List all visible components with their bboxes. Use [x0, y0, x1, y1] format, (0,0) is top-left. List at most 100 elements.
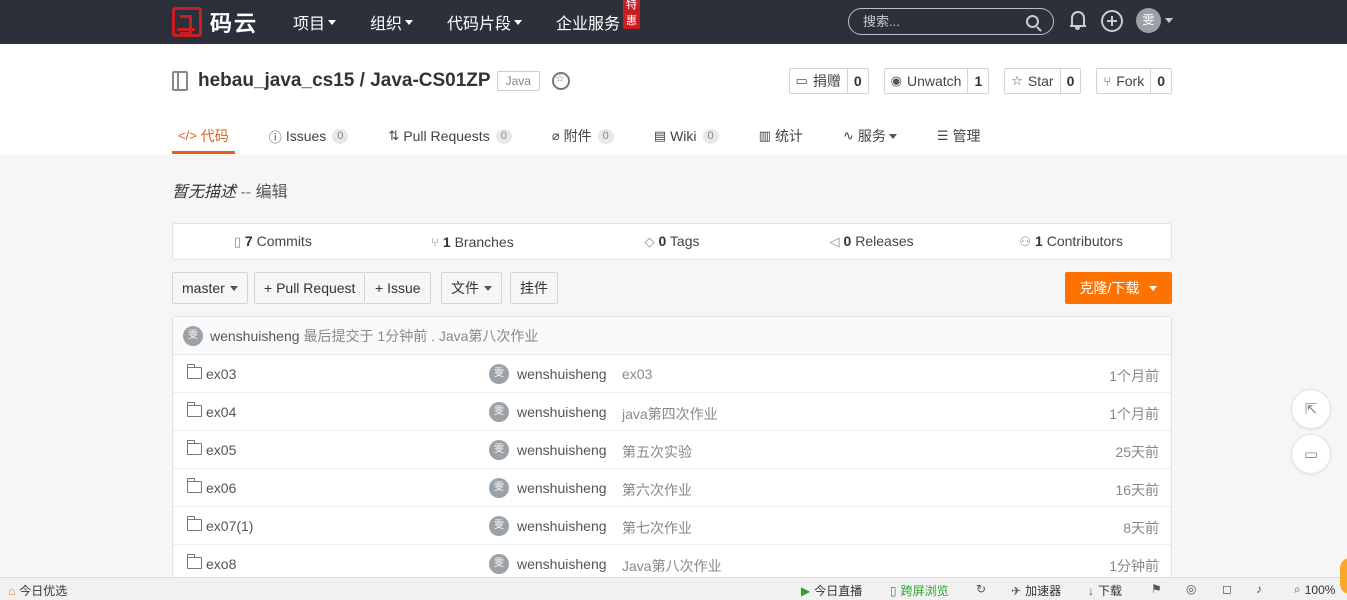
file-author[interactable]: wenshuisheng [517, 518, 607, 534]
search-icon[interactable] [1026, 15, 1039, 28]
new-pull-request-button[interactable]: + Pull Request [254, 272, 366, 304]
language-badge[interactable]: Java [496, 71, 540, 91]
file-commit-message[interactable]: 第六次作业 [622, 480, 692, 500]
file-commit-message[interactable]: Java第八次作业 [622, 556, 722, 576]
star-button[interactable]: ☆ Star 0 [1004, 68, 1082, 94]
fork-button[interactable]: ⑂ Fork 0 [1096, 68, 1172, 94]
donate-count[interactable]: 0 [846, 69, 868, 93]
avatar[interactable]: 雯 [489, 478, 509, 498]
zoom-level[interactable]: ⌕ 100% [1294, 582, 1335, 597]
tab-issues[interactable]: ⓘ Issues 0 [269, 120, 349, 154]
tab-services[interactable]: ∿ 服务 [843, 120, 897, 154]
commits-link[interactable]: ▯ 7 Commits [173, 233, 373, 250]
file-author[interactable]: wenshuisheng [517, 556, 607, 572]
contributors-link[interactable]: ⚇ 1 Contributors [971, 233, 1171, 250]
repo-book-icon [172, 71, 188, 91]
file-name[interactable]: ex05 [206, 442, 236, 458]
file-commit-message[interactable]: 第七次作业 [622, 518, 692, 538]
avatar[interactable]: 雯 [489, 554, 509, 574]
tab-count: 0 [495, 128, 512, 144]
file-name[interactable]: ex06 [206, 480, 236, 496]
chevron-down-icon [405, 19, 414, 25]
file-author[interactable]: wenshuisheng [517, 442, 607, 458]
user-avatar[interactable]: 雯 [1136, 8, 1161, 33]
award-icon[interactable] [551, 72, 570, 90]
floating-assistant-icon[interactable] [1340, 558, 1347, 594]
wiki-icon: ▤ [653, 128, 667, 143]
chevron-down-icon[interactable] [1165, 18, 1173, 23]
tab-code[interactable]: </> 代码 [172, 120, 235, 154]
download-item[interactable]: ↓ 下载 [1088, 582, 1122, 599]
donate-button[interactable]: ▭ 捐赠 0 [788, 68, 869, 94]
file-name[interactable]: exo8 [206, 556, 236, 572]
tab-count: 0 [597, 128, 614, 144]
fork-count[interactable]: 0 [1150, 69, 1171, 93]
today-live[interactable]: ▶ 今日直播 [801, 582, 862, 599]
search-input[interactable] [863, 14, 1013, 29]
refresh-icon[interactable]: ↻ [976, 582, 990, 596]
create-plus-icon[interactable] [1101, 10, 1123, 32]
avatar[interactable]: 雯 [489, 364, 509, 384]
repo-description: 暂无描述 -- 编辑 [172, 178, 288, 202]
repo-name-link[interactable]: Java-CS01ZP [370, 70, 490, 92]
file-commit-message[interactable]: 第五次实验 [622, 442, 692, 462]
gift-icon: ⌂ [8, 583, 16, 598]
nav-projects[interactable]: 项目 [293, 10, 337, 34]
tab-attachments[interactable]: ⌀ 附件 0 [552, 120, 614, 154]
volume-icon[interactable]: ♪ [1256, 582, 1266, 596]
new-issue-button[interactable]: + Issue [366, 272, 431, 304]
star-count[interactable]: 0 [1059, 69, 1081, 93]
pull-request-icon: ⇅ [388, 128, 400, 143]
branch-select[interactable]: master [172, 272, 248, 304]
file-author[interactable]: wenshuisheng [517, 404, 607, 420]
nav-enterprise[interactable]: 企业服务 特惠 [556, 0, 641, 34]
file-author[interactable]: wenshuisheng [517, 480, 607, 496]
file-name[interactable]: ex07(1) [206, 518, 253, 534]
repo-toolbar: master + Pull Request + Issue 文件 挂件 克隆/下… [172, 272, 1172, 304]
flag-icon[interactable]: ⚑ [1151, 582, 1166, 596]
latest-commit-row: 雯 wenshuisheng 最后提交于 1分钟前 . Java第八次作业 [173, 317, 1171, 355]
today-picks[interactable]: ⌂ 今日优选 [8, 582, 67, 599]
share-icon[interactable]: ⇱ [1291, 389, 1331, 429]
files-dropdown[interactable]: 文件 [441, 272, 502, 304]
widget-button[interactable]: 挂件 [510, 272, 558, 304]
nav-snippets[interactable]: 代码片段 [447, 10, 523, 34]
logo[interactable]: 码云 [172, 7, 258, 37]
avatar[interactable]: 雯 [183, 325, 203, 346]
avatar[interactable]: 雯 [489, 516, 509, 536]
file-commit-message[interactable]: java第四次作业 [622, 404, 718, 424]
avatar[interactable]: 雯 [489, 402, 509, 422]
tab-pull-requests[interactable]: ⇅ Pull Requests 0 [388, 120, 512, 154]
browser-icon[interactable]: ◎ [1186, 582, 1200, 596]
branches-link[interactable]: ⑂ 1 Branches [373, 234, 573, 250]
repo-owner-link[interactable]: hebau_java_cs15 [198, 70, 354, 92]
file-time: 8天前 [1123, 520, 1159, 536]
tab-manage[interactable]: ☰ 管理 [937, 120, 981, 154]
unwatch-button[interactable]: ◉ Unwatch 1 [883, 68, 990, 94]
tags-link[interactable]: ◇ 0 Tags [572, 233, 772, 250]
commit-author[interactable]: wenshuisheng [210, 328, 300, 344]
tab-statistics[interactable]: ▥ 统计 [759, 120, 803, 154]
clone-download-button[interactable]: 克隆/下载 [1065, 272, 1172, 304]
tab-wiki[interactable]: ▤ Wiki 0 [654, 120, 719, 154]
zoom-icon: ⌕ [1294, 582, 1301, 596]
file-author[interactable]: wenshuisheng [517, 366, 607, 382]
file-commit-message[interactable]: ex03 [622, 366, 652, 382]
commit-meta[interactable]: 最后提交于 1分钟前 . Java第八次作业 [304, 326, 539, 346]
file-name[interactable]: ex03 [206, 366, 236, 382]
nav-organizations[interactable]: 组织 [370, 10, 414, 34]
folder-icon [186, 402, 202, 417]
watch-count[interactable]: 1 [967, 69, 988, 93]
search-box[interactable] [848, 8, 1054, 35]
accelerator[interactable]: ✈ 加速器 [1011, 582, 1061, 599]
cross-screen[interactable]: ▯ 跨屏浏览 [890, 582, 949, 599]
window-icon[interactable]: ◻ [1222, 582, 1236, 596]
avatar[interactable]: 雯 [489, 440, 509, 460]
bell-icon[interactable] [1070, 11, 1086, 30]
edit-description-link[interactable]: 编辑 [256, 184, 288, 201]
file-name[interactable]: ex04 [206, 404, 236, 420]
comment-icon[interactable]: ▭ [1291, 434, 1331, 474]
description-text: 暂无描述 [172, 184, 237, 201]
releases-link[interactable]: ◁ 0 Releases [772, 233, 972, 250]
repo-summary-bar: ▯ 7 Commits ⑂ 1 Branches ◇ 0 Tags ◁ 0 Releas… [172, 223, 1172, 260]
